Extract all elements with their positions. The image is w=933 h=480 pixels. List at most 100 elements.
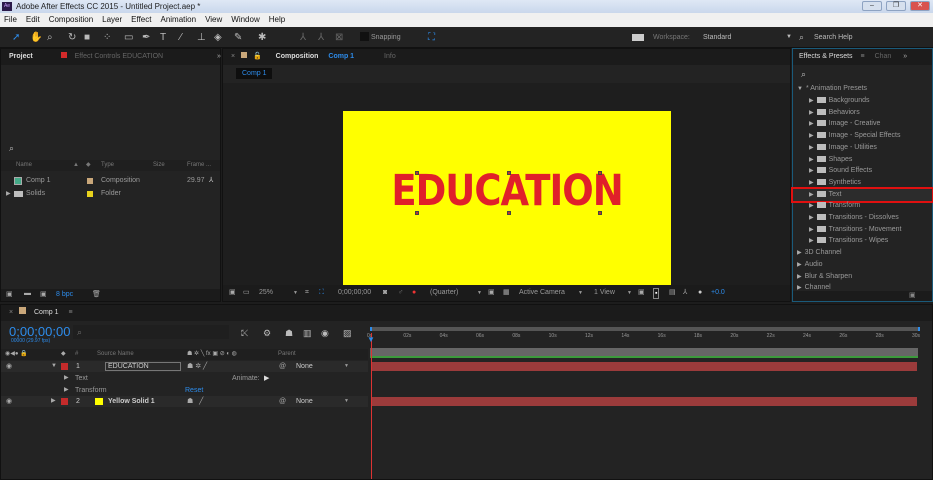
monitor-icon[interactable]: ▭ — [243, 285, 250, 301]
eraser-tool-icon[interactable]: ◈ — [214, 32, 222, 43]
work-area-bar[interactable] — [370, 348, 918, 358]
transform-handle[interactable] — [598, 171, 602, 175]
sync-settings-icon[interactable] — [632, 34, 644, 41]
column-frame-rate[interactable]: Frame ... — [187, 160, 211, 171]
expand-icon[interactable]: ▶ — [6, 188, 11, 200]
playhead-icon[interactable]: ▼ — [367, 335, 375, 344]
selection-tool-icon[interactable]: ➚ — [12, 32, 20, 43]
project-item-solids[interactable]: ▶ Solids Folder — [1, 188, 220, 200]
new-folder-icon[interactable]: ▬ — [24, 290, 31, 297]
expand-icon[interactable]: ▶ — [809, 168, 814, 174]
collapse-icon[interactable]: ▼ — [51, 361, 57, 372]
preset-folder-synthetics[interactable]: ▶ Synthetics — [793, 177, 932, 189]
menu-file[interactable]: File — [4, 13, 17, 27]
workspace-dropdown-icon[interactable]: ▼ — [786, 34, 792, 40]
snapshot-icon[interactable]: ◙ — [383, 285, 387, 301]
dropdown-icon[interactable]: ▼ — [578, 285, 583, 301]
column-size[interactable]: Size — [153, 160, 165, 171]
time-ruler[interactable]: 0s 02s 04s 06s 08s 10s 12s 14s 16s 18s 20s 22s 24s 26… — [367, 333, 920, 346]
panel-menu-icon[interactable]: ≡ — [68, 309, 72, 316]
menu-window[interactable]: Window — [231, 13, 259, 27]
puppet-pin-tool-icon[interactable]: ✱ — [258, 32, 266, 43]
maximize-button[interactable]: ❐ — [886, 1, 906, 11]
graph-editor-icon[interactable]: ▨ — [343, 328, 352, 339]
flowchart-icon[interactable]: ⅄ — [683, 285, 687, 301]
current-time-indicator[interactable] — [371, 333, 372, 479]
panel-overflow-icon[interactable]: » — [903, 53, 907, 60]
expand-icon[interactable]: ▶ — [809, 98, 814, 104]
lock-icon[interactable]: 🔓 — [253, 53, 262, 60]
preset-folder-transform[interactable]: ▶ Transform — [793, 200, 932, 212]
layer-row-2[interactable]: ◉ ▶ 2 Yellow Solid 1 ☗ ╱ @ None ▼ — [1, 396, 368, 407]
tab-composition[interactable]: Composition Comp 1 — [268, 53, 354, 60]
expand-icon[interactable]: ▶ — [809, 238, 814, 244]
preset-folder-backgrounds[interactable]: ▶ Backgrounds — [793, 95, 932, 107]
visibility-eye-icon[interactable]: ◉ — [6, 396, 12, 407]
layer-switches[interactable]: ☗ ╱ — [187, 396, 203, 407]
comp-viewer[interactable]: EDUCATION — [223, 83, 790, 295]
reset-link[interactable]: Reset — [185, 385, 203, 396]
camera-select[interactable]: Active Camera — [519, 285, 565, 301]
toggle-pixel-aspect-icon[interactable]: ▣ — [638, 285, 645, 301]
menu-help[interactable]: Help — [269, 13, 285, 27]
layer-name-input[interactable]: EDUCATION — [105, 362, 181, 371]
motion-blur-icon[interactable]: ◉ — [321, 328, 329, 339]
rectangle-tool-icon[interactable]: ▭ — [124, 32, 133, 43]
bpc-button[interactable]: 8 bpc — [56, 291, 73, 298]
axis-local-icon[interactable]: ⅄ — [300, 32, 306, 43]
camera-tool-icon[interactable]: ■ — [84, 32, 90, 43]
roto-brush-tool-icon[interactable]: ✎ — [234, 32, 242, 43]
timeline-current-time[interactable]: 0;00;00;00 — [9, 324, 70, 339]
effect-category[interactable]: ▶ Blur & Sharpen — [797, 271, 852, 283]
transform-handle[interactable] — [507, 171, 511, 175]
transform-handle[interactable] — [415, 211, 419, 215]
preset-folder-behaviors[interactable]: ▶ Behaviors — [793, 107, 932, 119]
tab-info[interactable]: Info — [384, 53, 396, 60]
preset-folder-sound-effects[interactable]: ▶ Sound Effects — [793, 165, 932, 177]
animation-presets-folder[interactable]: ▼ * Animation Presets — [797, 83, 867, 95]
channels-icon[interactable]: ● — [412, 285, 416, 301]
fast-previews-icon[interactable]: ▪ — [653, 288, 660, 299]
expand-icon[interactable]: ▶ — [809, 192, 814, 198]
always-preview-icon[interactable]: ▣ — [229, 285, 236, 301]
work-area-navigator[interactable] — [370, 327, 920, 331]
search-help-input[interactable]: Search Help — [814, 34, 853, 41]
mask-visibility-icon[interactable]: ⛶ — [319, 285, 324, 301]
interpret-footage-icon[interactable]: ▣ — [6, 290, 13, 298]
expand-icon[interactable]: ▶ — [809, 157, 814, 163]
snap-options-icon[interactable]: ⛶ — [428, 32, 435, 43]
label-color[interactable] — [61, 363, 68, 370]
shy-layers-icon[interactable]: ☗ — [285, 328, 293, 339]
panel-menu-icon[interactable]: ≡ — [861, 53, 865, 60]
type-tool-icon[interactable]: T — [160, 32, 166, 43]
menu-effect[interactable]: Effect — [131, 13, 151, 27]
preset-folder-shapes[interactable]: ▶ Shapes — [793, 154, 932, 166]
expand-icon[interactable]: ▶ — [809, 133, 814, 139]
brush-tool-icon[interactable]: ⁄ — [180, 32, 182, 43]
flowchart-icon[interactable]: ⅄ — [209, 175, 213, 187]
draft-3d-icon[interactable]: ⚙ — [263, 328, 271, 339]
region-of-interest-icon[interactable]: ▣ — [488, 285, 495, 301]
parent-select[interactable]: None — [296, 361, 313, 372]
layer-name[interactable]: Yellow Solid 1 — [108, 396, 155, 407]
snapping-checkbox[interactable] — [360, 32, 369, 41]
safe-margins-icon[interactable]: ⌗ — [305, 285, 309, 301]
transform-handle[interactable] — [415, 171, 419, 175]
layer-2-duration-bar[interactable] — [371, 397, 917, 406]
layer-1-duration-bar[interactable] — [371, 362, 917, 371]
anchor-point[interactable] — [507, 211, 511, 215]
menu-view[interactable]: View — [205, 13, 222, 27]
pen-tool-icon[interactable]: ✒ — [142, 32, 150, 43]
new-comp-icon[interactable]: ▣ — [40, 290, 47, 298]
close-button[interactable]: ✕ — [910, 1, 930, 11]
comp-mini-flowchart-icon[interactable]: ⤪ — [241, 328, 248, 339]
comp-subtab[interactable]: Comp 1 — [236, 68, 272, 79]
preset-folder-image-special-effects[interactable]: ▶ Image - Special Effects — [793, 130, 932, 142]
preset-folder-text[interactable]: ▶ Text — [791, 186, 933, 203]
expand-icon[interactable]: ▶ — [809, 121, 814, 127]
text-property-row[interactable]: ▶ Text Animate: ▶ — [1, 373, 368, 384]
tab-comp-1[interactable]: Comp 1 — [34, 309, 59, 316]
show-snapshot-icon[interactable]: ♂ — [398, 285, 403, 301]
dropdown-icon[interactable]: ▼ — [344, 361, 349, 372]
view-layout-select[interactable]: 1 View — [594, 285, 615, 301]
